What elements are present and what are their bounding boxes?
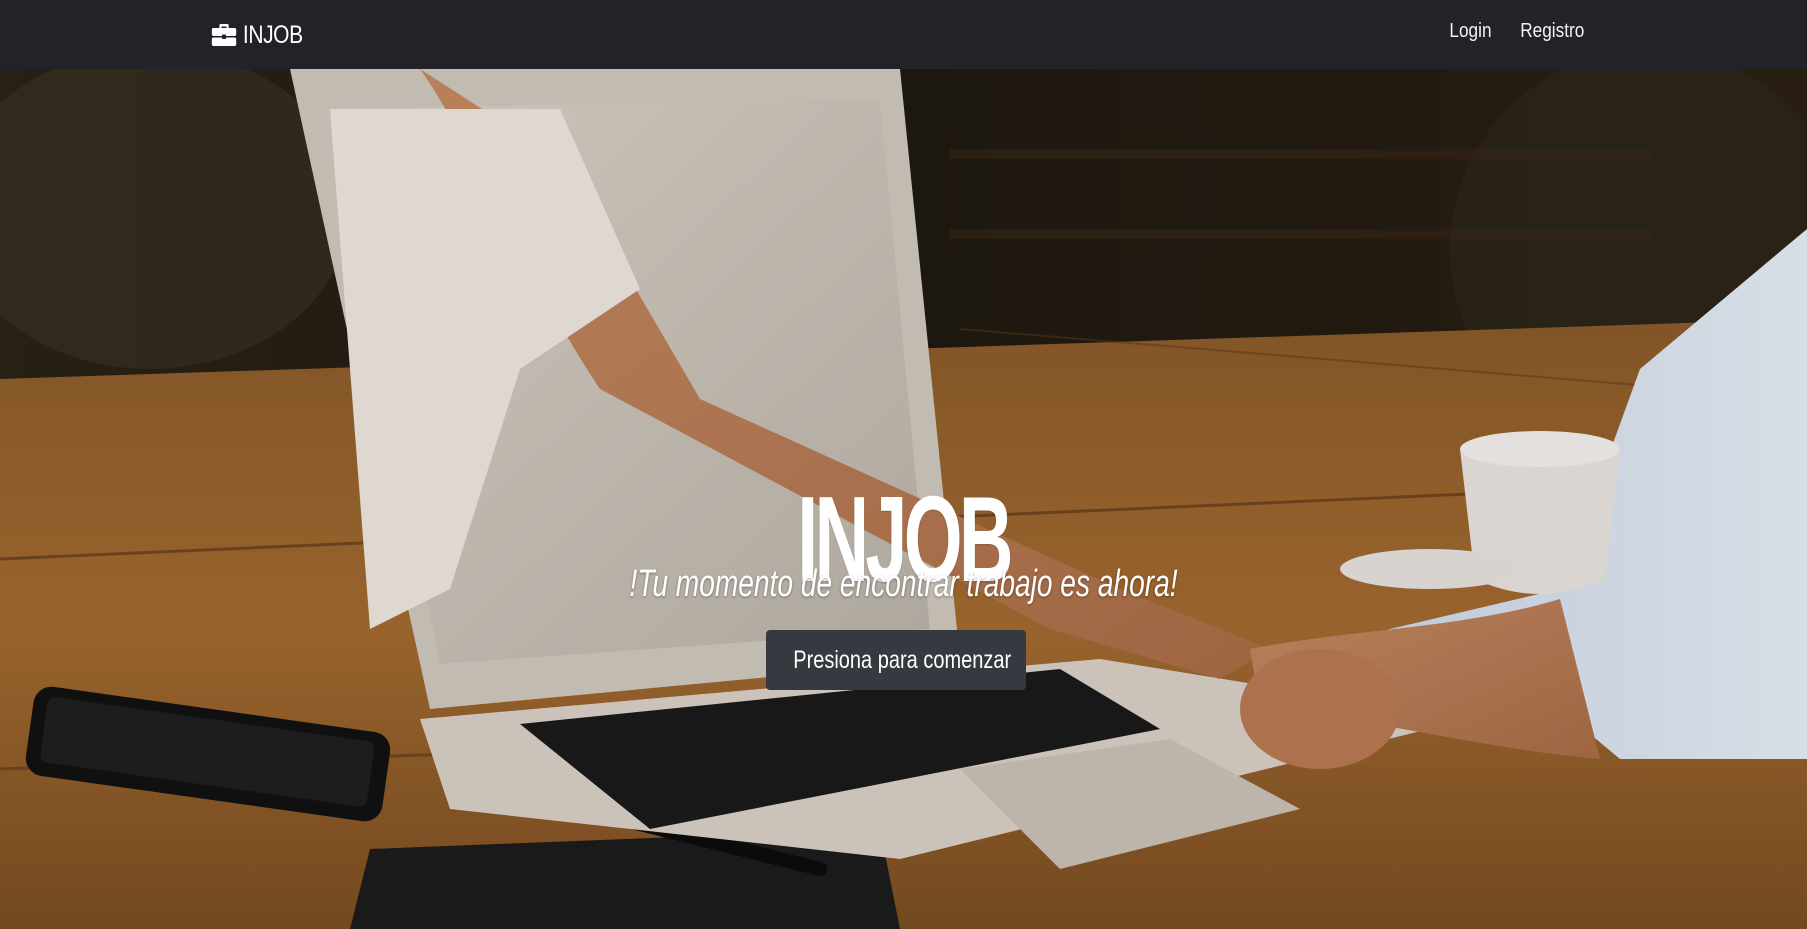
hero-subtitle: !Tu momento de encontrar trabajo es ahor… <box>629 563 1178 605</box>
briefcase-icon <box>211 24 237 46</box>
start-button-label: Presiona para comenzar <box>793 645 1012 674</box>
brand-link[interactable]: INJOB <box>211 18 303 52</box>
top-navbar: INJOB Login Registro <box>0 0 1807 69</box>
brand-name: INJOB <box>242 20 303 49</box>
nav-links: Login Registro <box>1446 20 1589 43</box>
hero-section: INJOB !Tu momento de encontrar trabajo e… <box>0 69 1807 929</box>
start-button[interactable]: Presiona para comenzar <box>766 630 1026 690</box>
registro-link[interactable]: Registro <box>1520 20 1584 43</box>
login-link[interactable]: Login <box>1449 20 1491 43</box>
